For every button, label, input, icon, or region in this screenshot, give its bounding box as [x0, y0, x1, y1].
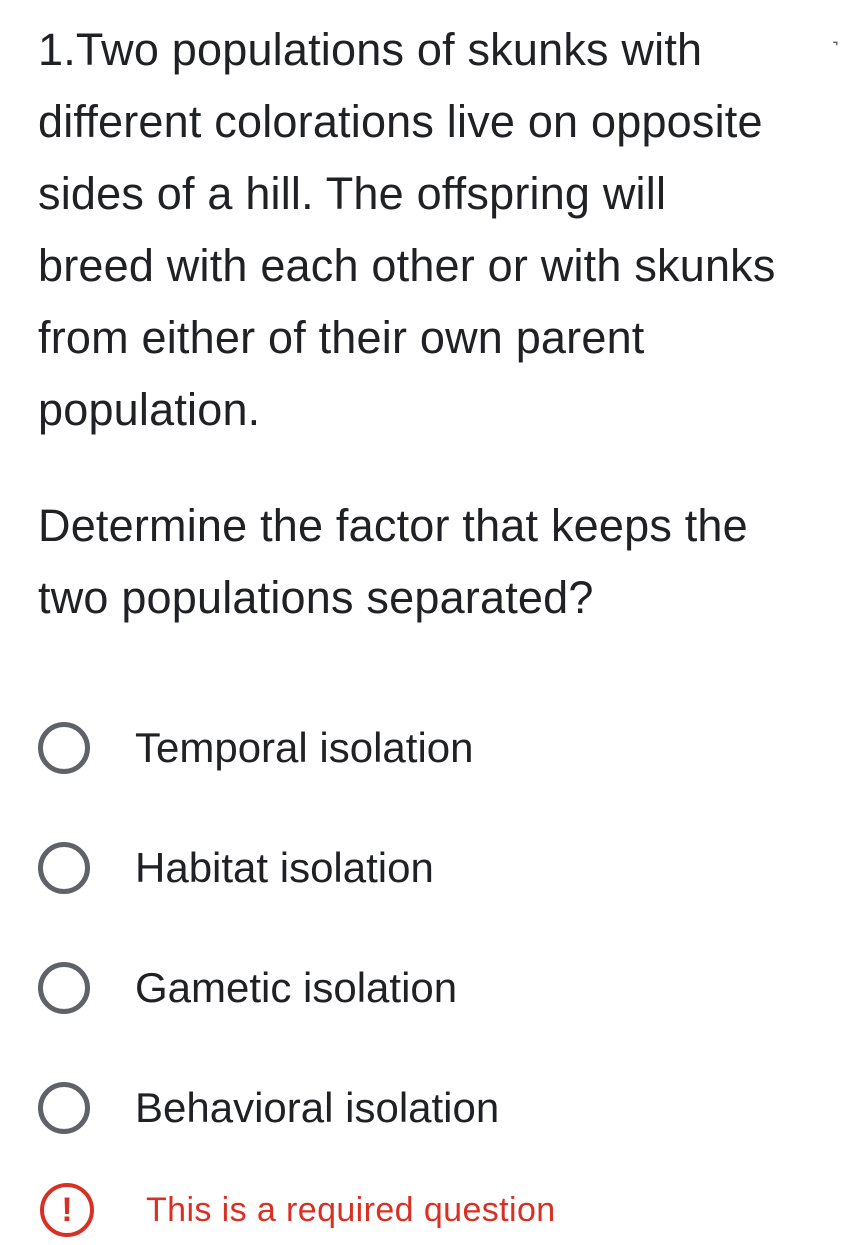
option-label: Habitat isolation: [135, 844, 434, 891]
radio-button[interactable]: [38, 722, 90, 774]
option-temporal-isolation[interactable]: Temporal isolation: [38, 688, 828, 808]
option-habitat-isolation[interactable]: Habitat isolation: [38, 808, 828, 928]
radio-button[interactable]: [38, 1082, 90, 1134]
alert-icon: !: [40, 1183, 94, 1237]
question-line: 1.Two populations of skunks with: [38, 24, 703, 75]
option-label: Gametic isolation: [135, 964, 458, 1011]
required-error-message: ! This is a required question: [40, 1183, 556, 1237]
option-behavioral-isolation[interactable]: Behavioral isolation: [38, 1048, 828, 1168]
question-line: breed with each other or with skunks: [38, 240, 776, 291]
radio-button[interactable]: [38, 962, 90, 1014]
required-error-text: This is a required question: [146, 1190, 556, 1229]
option-label: Temporal isolation: [135, 724, 474, 771]
answer-options: Temporal isolation Habitat isolation Gam…: [38, 688, 828, 1168]
radio-button[interactable]: [38, 842, 90, 894]
question-text: 1.Two populations of skunks with differe…: [38, 14, 828, 634]
question-line: different colorations live on opposite: [38, 96, 763, 147]
question-prompt-line: two populations separated?: [38, 572, 594, 623]
required-asterisk-icon: ˺: [831, 38, 839, 63]
question-line: from either of their own parent: [38, 312, 645, 363]
question-prompt-line: Determine the factor that keeps the: [38, 500, 748, 551]
option-label: Behavioral isolation: [135, 1084, 500, 1131]
question-line: population.: [38, 384, 261, 435]
option-gametic-isolation[interactable]: Gametic isolation: [38, 928, 828, 1048]
question-line: sides of a hill. The offspring will: [38, 168, 667, 219]
